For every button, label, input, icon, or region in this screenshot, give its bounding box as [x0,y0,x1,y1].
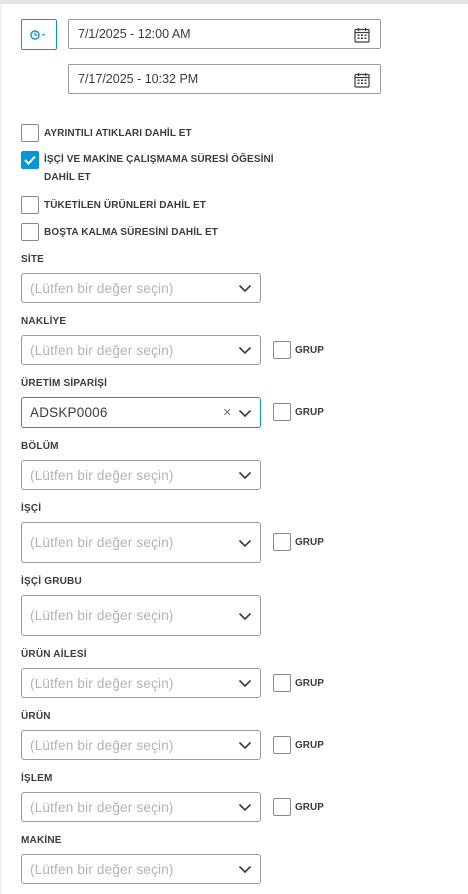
checkbox[interactable] [273,341,291,359]
selected-value: ADSKP0006 [30,405,108,420]
placeholder-text: (Lütfen bir değer seçin) [30,608,174,623]
option-consumed-products[interactable]: TÜKETİLEN ÜRÜNLERİ DAHİL ET [21,196,206,216]
production-order-group-toggle[interactable]: GRUP [273,403,324,421]
checkbox[interactable] [273,533,291,551]
product-label: ÜRÜN [21,711,51,722]
option-label: İŞÇİ VE MAKİNE ÇALIŞMAMA SÜRESİ ÖĞESİNİ … [44,154,274,183]
operation-label: İŞLEM [21,773,53,784]
placeholder-text: (Lütfen bir değer seçin) [30,280,174,296]
production-order-label: ÜRETİM SİPARİŞİ [21,378,108,389]
product-family-select[interactable]: (Lütfen bir değer seçin) [21,668,261,698]
clear-icon[interactable]: ✕ [223,407,232,418]
chevron-down-icon [238,741,252,750]
worker-group-toggle[interactable]: GRUP [273,533,324,551]
option-label: TÜKETİLEN ÜRÜNLERİ DAHİL ET [44,200,206,211]
product-family-label: ÜRÜN AİLESİ [21,649,87,660]
chevron-down-icon [238,803,252,812]
option-label: AYRINTILI ATIKLARI DAHİL ET [44,128,192,139]
checkbox[interactable] [21,196,39,214]
worker-label: İŞÇİ [21,503,42,514]
nakliye-group-toggle[interactable]: GRUP [273,341,324,359]
placeholder-text: (Lütfen bir değer seçin) [30,737,174,753]
top-divider [0,0,468,4]
checkbox[interactable] [273,736,291,754]
group-label: GRUP [295,739,324,751]
worker-group-select[interactable]: (Lütfen bir değer seçin) [21,595,261,636]
chevron-down-icon [238,679,252,688]
calendar-icon[interactable] [354,27,370,43]
nakliye-label: NAKLİYE [21,316,67,327]
end-datetime-value: 7/17/2025 - 10:32 PM [78,72,199,86]
checkbox[interactable] [273,403,291,421]
placeholder-text: (Lütfen bir değer seçin) [30,861,174,877]
department-select[interactable]: (Lütfen bir değer seçin) [21,460,261,490]
checkbox[interactable] [21,223,39,241]
placeholder-text: (Lütfen bir değer seçin) [30,535,174,550]
chevron-down-icon [238,346,252,355]
start-datetime-value: 7/1/2025 - 12:00 AM [78,27,191,41]
option-downtime-item[interactable]: İŞÇİ VE MAKİNE ÇALIŞMAMA SÜRESİ ÖĞESİNİ … [21,151,274,187]
clock-icon [30,29,45,40]
group-label: GRUP [295,536,324,548]
group-label: GRUP [295,406,324,418]
product-group-toggle[interactable]: GRUP [273,736,324,754]
placeholder-text: (Lütfen bir değer seçin) [30,467,174,483]
nakliye-select[interactable]: (Lütfen bir değer seçin) [21,335,261,365]
product-family-group-toggle[interactable]: GRUP [273,674,324,692]
time-preset-button[interactable] [21,19,57,50]
checkmark-icon [24,155,36,165]
placeholder-text: (Lütfen bir değer seçin) [30,675,174,691]
calendar-icon[interactable] [354,72,370,88]
worker-group-label: İŞÇİ GRUBU [21,576,82,587]
start-datetime-input[interactable]: 7/1/2025 - 12:00 AM [68,19,381,49]
caret-down-icon [42,33,45,36]
left-edge [0,4,2,894]
chevron-down-icon [238,409,252,417]
department-label: BÖLÜM [21,441,59,452]
site-select[interactable]: (Lütfen bir değer seçin) [21,273,261,303]
option-detailed-scrap[interactable]: AYRINTILI ATIKLARI DAHİL ET [21,124,192,144]
checkbox-checked[interactable] [21,151,39,169]
group-label: GRUP [295,801,324,813]
chevron-down-icon [238,865,252,874]
option-idle-time[interactable]: BOŞTA KALMA SÜRESİNİ DAHİL ET [21,223,218,243]
checkbox[interactable] [273,674,291,692]
worker-select[interactable]: (Lütfen bir değer seçin) [21,522,261,563]
chevron-down-icon [238,539,252,547]
production-order-select[interactable]: ADSKP0006 ✕ [21,397,261,428]
group-label: GRUP [295,677,324,689]
site-label: SİTE [21,254,45,265]
machine-select[interactable]: (Lütfen bir değer seçin) [21,854,261,884]
end-datetime-input[interactable]: 7/17/2025 - 10:32 PM [68,64,381,94]
product-select[interactable]: (Lütfen bir değer seçin) [21,730,261,760]
operation-select[interactable]: (Lütfen bir değer seçin) [21,792,261,822]
placeholder-text: (Lütfen bir değer seçin) [30,342,174,358]
checkbox[interactable] [273,798,291,816]
placeholder-text: (Lütfen bir değer seçin) [30,799,174,815]
operation-group-toggle[interactable]: GRUP [273,798,324,816]
checkbox[interactable] [21,124,39,142]
chevron-down-icon [238,471,252,480]
option-label: BOŞTA KALMA SÜRESİNİ DAHİL ET [44,227,219,238]
chevron-down-icon [238,284,252,293]
group-label: GRUP [295,344,324,356]
machine-label: MAKİNE [21,835,62,846]
chevron-down-icon [238,612,252,620]
